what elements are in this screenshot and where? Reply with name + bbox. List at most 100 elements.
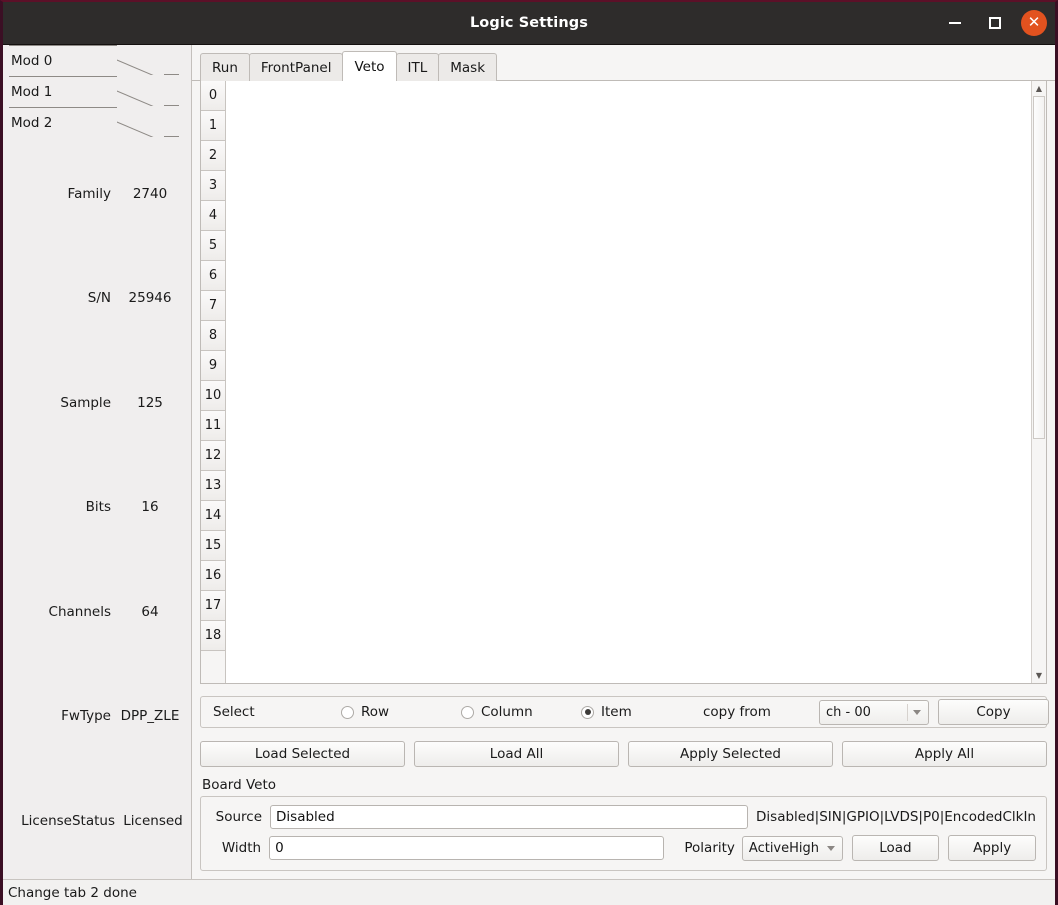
info-key: Sample bbox=[60, 395, 111, 411]
selection-toolbar: Select Row Column Item copy from ch - 00 bbox=[200, 696, 1049, 728]
tab-label: Mask bbox=[450, 59, 486, 76]
info-row-channels: Channels 64 bbox=[3, 604, 191, 620]
tab-label: FrontPanel bbox=[260, 59, 332, 76]
button-label: Load bbox=[879, 840, 912, 856]
width-input[interactable]: 0 bbox=[269, 836, 665, 860]
maximize-icon[interactable] bbox=[981, 9, 1009, 37]
sidebar-item-label: Mod 0 bbox=[11, 52, 53, 69]
table-row[interactable]: 10 bbox=[201, 381, 225, 411]
board-veto-apply-button[interactable]: Apply bbox=[948, 835, 1037, 861]
table-row[interactable]: 1 bbox=[201, 111, 225, 141]
scroll-up-icon[interactable]: ▲ bbox=[1032, 81, 1046, 96]
table-vertical-scrollbar[interactable]: ▲ ▼ bbox=[1031, 81, 1046, 683]
table-row[interactable]: 16 bbox=[201, 561, 225, 591]
table-row[interactable]: 4 bbox=[201, 201, 225, 231]
radio-column[interactable]: Column bbox=[461, 704, 533, 720]
board-veto-load-button[interactable]: Load bbox=[851, 835, 940, 861]
table-row[interactable]: 6 bbox=[201, 261, 225, 291]
load-selected-button[interactable]: Load Selected bbox=[200, 741, 405, 767]
button-label: Apply bbox=[973, 840, 1012, 856]
table-row[interactable]: 13 bbox=[201, 471, 225, 501]
table-row[interactable]: 14 bbox=[201, 501, 225, 531]
tab-run[interactable]: Run bbox=[200, 53, 250, 81]
copy-button[interactable]: Copy bbox=[938, 699, 1049, 725]
chevron-down-icon bbox=[826, 845, 835, 851]
info-row-bits: Bits 16 bbox=[3, 499, 191, 515]
board-veto-source-row: Source Disabled Disabled|SIN|GPIO|LVDS|P… bbox=[211, 804, 1036, 830]
scroll-down-icon[interactable]: ▼ bbox=[1032, 668, 1046, 683]
module-sidebar: Mod 0 Mod 1 Mod 2 Family 2740 S/N 25946 … bbox=[3, 45, 192, 879]
sidebar-item-label: Mod 2 bbox=[11, 114, 53, 131]
status-message: Change tab 2 done bbox=[8, 884, 137, 901]
table-cell-area[interactable] bbox=[226, 81, 1031, 683]
radio-row[interactable]: Row bbox=[341, 704, 389, 720]
window-body: Mod 0 Mod 1 Mod 2 Family 2740 S/N 25946 … bbox=[3, 45, 1055, 879]
sidebar-item-mod-2[interactable]: Mod 2 bbox=[3, 107, 191, 138]
source-input[interactable]: Disabled bbox=[270, 805, 749, 829]
load-all-button[interactable]: Load All bbox=[414, 741, 619, 767]
info-key: Channels bbox=[48, 604, 111, 620]
scrollbar-thumb[interactable] bbox=[1033, 96, 1045, 440]
tab-veto[interactable]: Veto bbox=[342, 51, 397, 81]
apply-all-button[interactable]: Apply All bbox=[842, 741, 1047, 767]
info-row-family: Family 2740 bbox=[3, 186, 191, 202]
table-row[interactable]: 17 bbox=[201, 591, 225, 621]
close-glyph: ✕ bbox=[1027, 13, 1041, 31]
button-label: Load Selected bbox=[254, 746, 351, 762]
info-key: Family bbox=[67, 186, 111, 202]
radio-item[interactable]: Item bbox=[581, 704, 632, 720]
info-row-license-status: LicenseStatus Licensed bbox=[3, 813, 191, 829]
settings-panel: Run FrontPanel Veto ITL Mask 0 1 2 3 4 5… bbox=[192, 45, 1055, 879]
table-row[interactable]: 8 bbox=[201, 321, 225, 351]
tab-label: ITL bbox=[407, 59, 428, 76]
channel-select[interactable]: ch - 00 bbox=[819, 699, 929, 725]
table-row[interactable]: 3 bbox=[201, 171, 225, 201]
scrollbar-track[interactable] bbox=[1032, 96, 1046, 668]
status-bar: Change tab 2 done bbox=[3, 879, 1055, 905]
table-row[interactable]: 2 bbox=[201, 141, 225, 171]
copy-from-label: copy from bbox=[703, 704, 771, 720]
info-value: 25946 bbox=[128, 290, 172, 306]
apply-selected-button[interactable]: Apply Selected bbox=[628, 741, 833, 767]
button-label: Load All bbox=[489, 746, 544, 762]
polarity-select-value: ActiveHigh bbox=[748, 840, 819, 856]
tab-bar: Run FrontPanel Veto ITL Mask bbox=[192, 50, 1055, 81]
polarity-select[interactable]: ActiveHigh bbox=[741, 835, 843, 861]
table-row[interactable]: 7 bbox=[201, 291, 225, 321]
close-icon[interactable]: ✕ bbox=[1021, 10, 1047, 36]
info-key: FwType bbox=[61, 708, 111, 724]
minimize-icon[interactable] bbox=[941, 9, 969, 37]
info-key: Bits bbox=[85, 499, 111, 515]
info-value: 64 bbox=[141, 604, 159, 620]
info-value: DPP_ZLE bbox=[120, 708, 180, 724]
tab-itl[interactable]: ITL bbox=[395, 53, 440, 81]
table-row-header-column: 0 1 2 3 4 5 6 7 8 9 10 11 12 13 14 15 16 bbox=[201, 81, 226, 683]
table-row[interactable]: 11 bbox=[201, 411, 225, 441]
panel-bottom-spacer bbox=[192, 871, 1055, 879]
veto-table[interactable]: 0 1 2 3 4 5 6 7 8 9 10 11 12 13 14 15 16 bbox=[200, 81, 1047, 684]
info-row-serial-number: S/N 25946 bbox=[3, 290, 191, 306]
radio-label: Row bbox=[361, 704, 390, 720]
window-controls: ✕ bbox=[941, 2, 1047, 44]
radio-icon-selected bbox=[581, 705, 594, 719]
info-value: Licensed bbox=[123, 813, 183, 829]
table-row[interactable]: 5 bbox=[201, 231, 225, 261]
sidebar-item-mod-1[interactable]: Mod 1 bbox=[3, 76, 191, 107]
sidebar-item-mod-0[interactable]: Mod 0 bbox=[3, 45, 191, 76]
combo-divider bbox=[907, 703, 908, 721]
radio-icon bbox=[461, 705, 474, 719]
table-row[interactable]: 0 bbox=[201, 81, 225, 111]
source-input-value: Disabled bbox=[276, 809, 335, 825]
table-row[interactable]: 12 bbox=[201, 441, 225, 471]
info-key: LicenseStatus bbox=[21, 813, 115, 829]
tab-frontpanel[interactable]: FrontPanel bbox=[248, 53, 344, 81]
table-row[interactable]: 18 bbox=[201, 621, 225, 651]
tab-mask[interactable]: Mask bbox=[438, 53, 498, 81]
source-label: Source bbox=[215, 809, 263, 825]
radio-icon bbox=[341, 705, 354, 719]
table-row[interactable]: 9 bbox=[201, 351, 225, 381]
module-tab-list: Mod 0 Mod 1 Mod 2 bbox=[3, 45, 191, 138]
board-veto-label: Board Veto bbox=[202, 777, 277, 793]
table-row[interactable]: 15 bbox=[201, 531, 225, 561]
info-value: 16 bbox=[141, 499, 159, 515]
